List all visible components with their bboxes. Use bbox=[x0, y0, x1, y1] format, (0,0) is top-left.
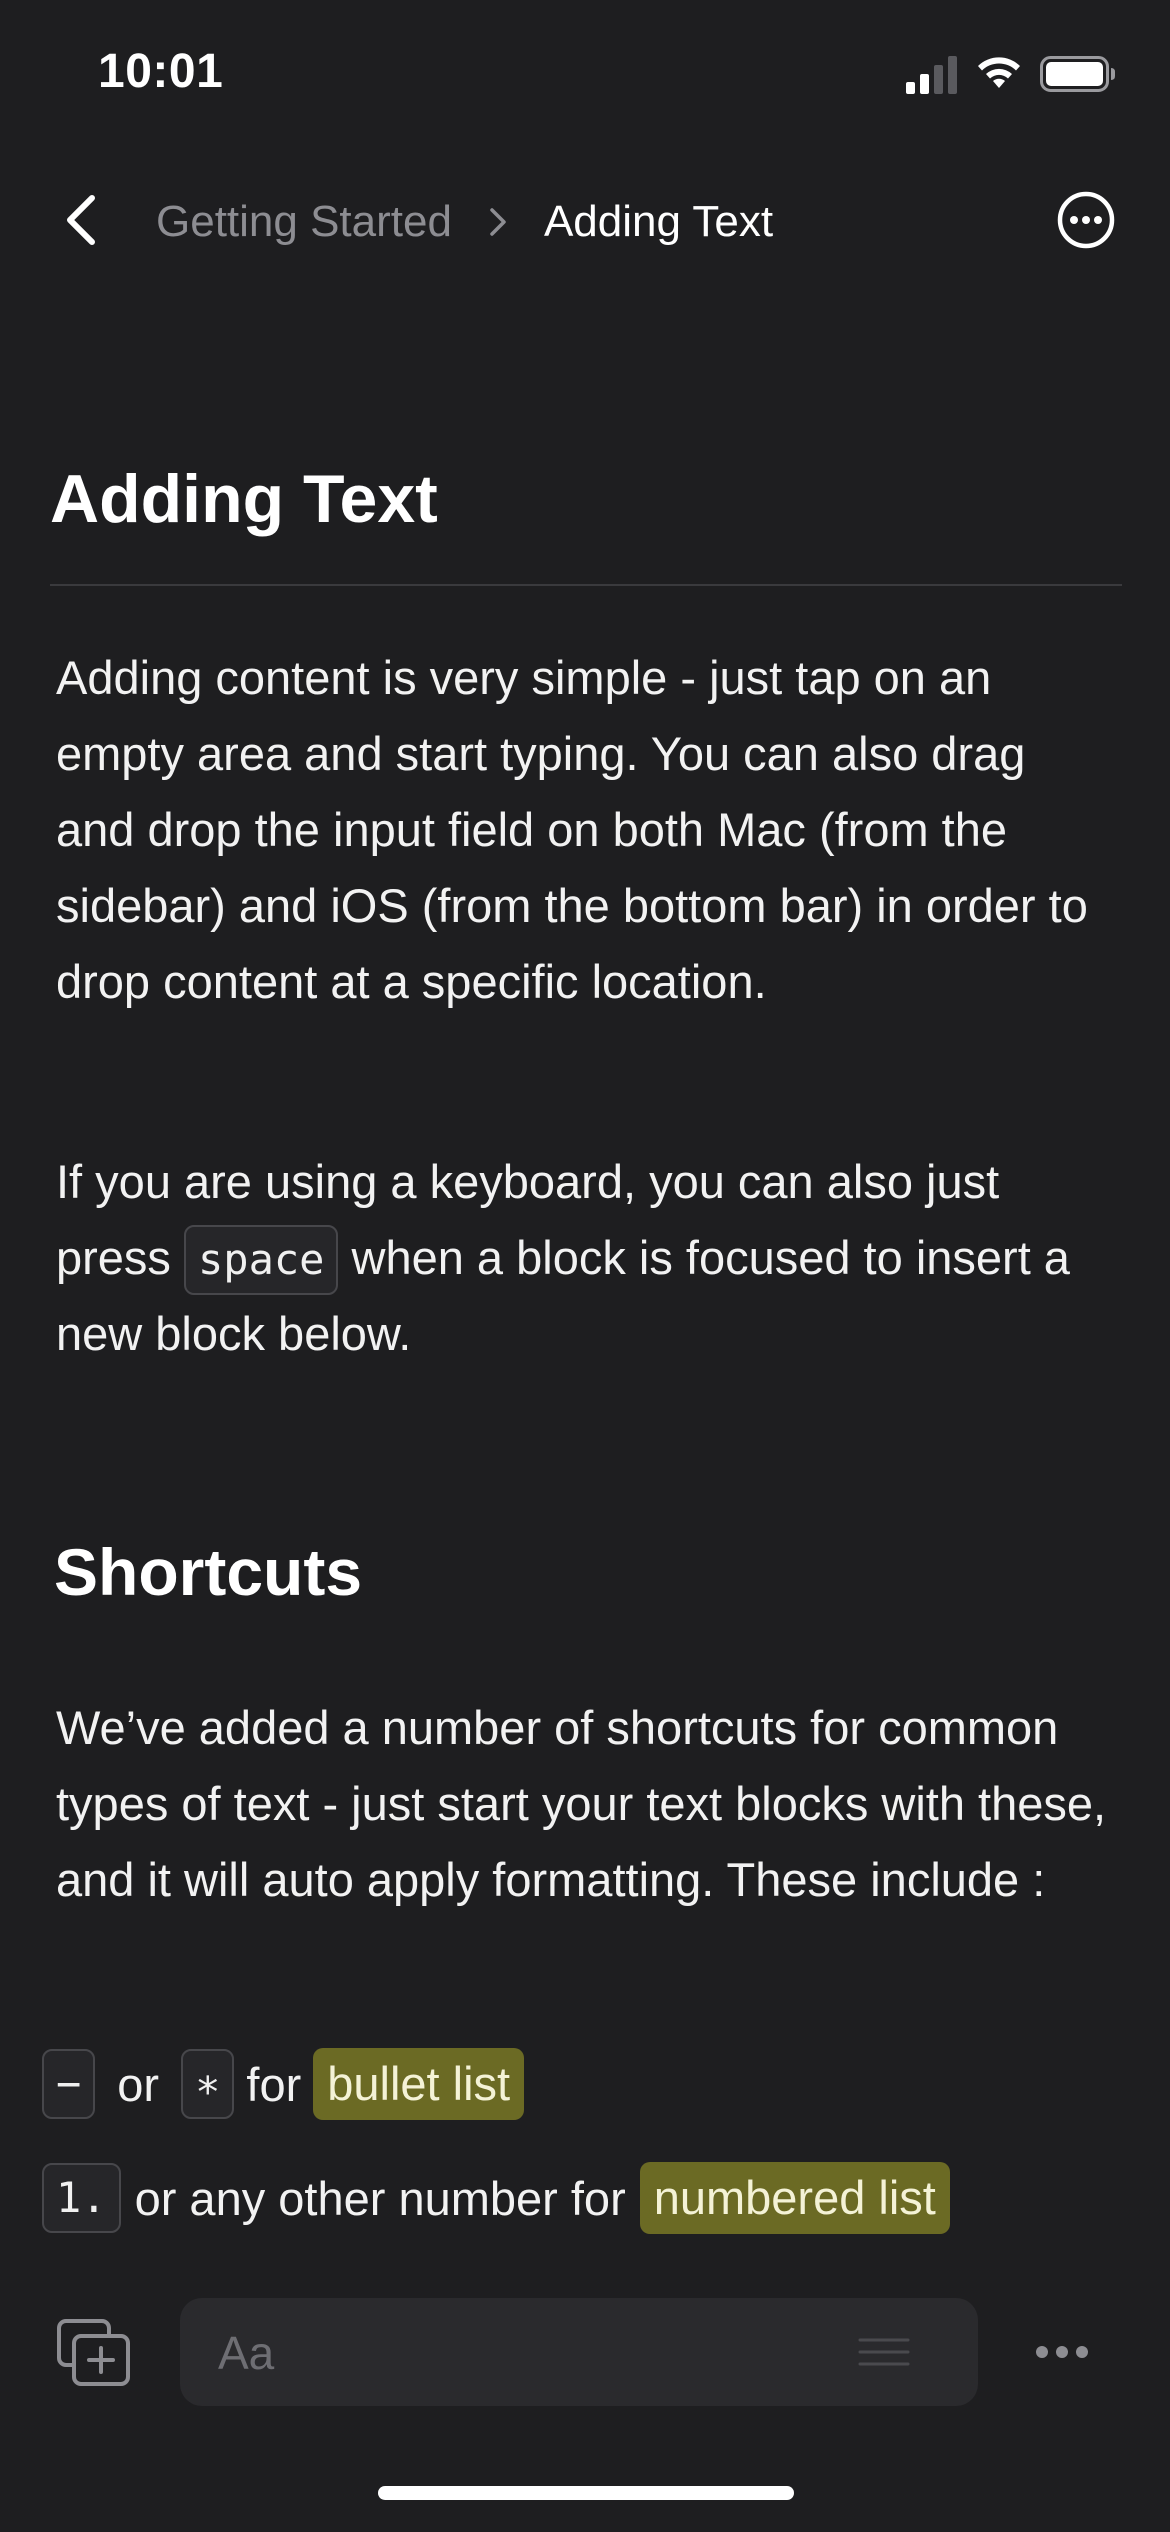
status-time: 10:01 bbox=[98, 45, 224, 98]
shortcut-text: or any other number for bbox=[134, 2171, 626, 2225]
more-actions-button[interactable] bbox=[1030, 2320, 1094, 2384]
input-placeholder: Aa bbox=[218, 2327, 275, 2379]
text-input-field[interactable]: Aa bbox=[180, 2298, 978, 2406]
inline-code-dash: − bbox=[42, 2049, 96, 2119]
status-bar: 10:01 bbox=[0, 0, 1170, 150]
highlight-numbered-list: numbered list bbox=[639, 2162, 950, 2234]
page-title[interactable]: Adding Text bbox=[50, 462, 438, 537]
paragraph-keyboard[interactable]: If you are using a keyboard, you can als… bbox=[56, 1144, 1116, 1372]
shortcut-text: or bbox=[117, 2057, 160, 2111]
add-block-button[interactable] bbox=[56, 2318, 132, 2388]
section-heading-shortcuts[interactable]: Shortcuts bbox=[54, 1536, 362, 1609]
add-block-icon bbox=[57, 2319, 130, 2386]
screen: 10:01 Getting Started Adding Text Adding… bbox=[0, 0, 1170, 2532]
nav-bar: Getting Started Adding Text bbox=[0, 170, 1170, 270]
inline-code-space: space bbox=[184, 1225, 339, 1295]
paragraph-intro[interactable]: Adding content is very simple - just tap… bbox=[56, 640, 1116, 1020]
more-options-button[interactable] bbox=[1056, 190, 1116, 250]
shortcut-bullet-list[interactable]: − or ∗ for bullet list bbox=[42, 2044, 525, 2124]
drag-handle-icon[interactable] bbox=[856, 2334, 912, 2370]
bottom-toolbar: Aa bbox=[0, 2290, 1170, 2410]
shortcut-numbered-list[interactable]: 1. or any other number for numbered list bbox=[42, 2158, 950, 2238]
breadcrumb: Getting Started Adding Text bbox=[156, 192, 773, 252]
ellipsis-circle-icon bbox=[1057, 191, 1115, 249]
home-indicator[interactable] bbox=[378, 2486, 794, 2500]
paragraph-shortcuts[interactable]: We’ve added a number of shortcuts for co… bbox=[56, 1690, 1116, 1918]
signal-icon bbox=[906, 56, 957, 94]
battery-icon bbox=[1040, 56, 1115, 92]
ellipsis-icon bbox=[1036, 2346, 1088, 2358]
title-divider bbox=[50, 584, 1122, 586]
highlight-bullet-list: bullet list bbox=[313, 2048, 525, 2120]
breadcrumb-current: Adding Text bbox=[543, 197, 774, 246]
back-button[interactable] bbox=[52, 180, 112, 260]
breadcrumb-parent[interactable]: Getting Started bbox=[156, 197, 452, 247]
chevron-left-icon bbox=[67, 195, 95, 245]
inline-code-asterisk: ∗ bbox=[181, 2049, 235, 2119]
inline-code-number: 1. bbox=[42, 2163, 121, 2233]
chevron-right-icon bbox=[490, 208, 506, 236]
shortcut-text: for bbox=[246, 2057, 302, 2111]
wifi-icon bbox=[978, 57, 1020, 88]
